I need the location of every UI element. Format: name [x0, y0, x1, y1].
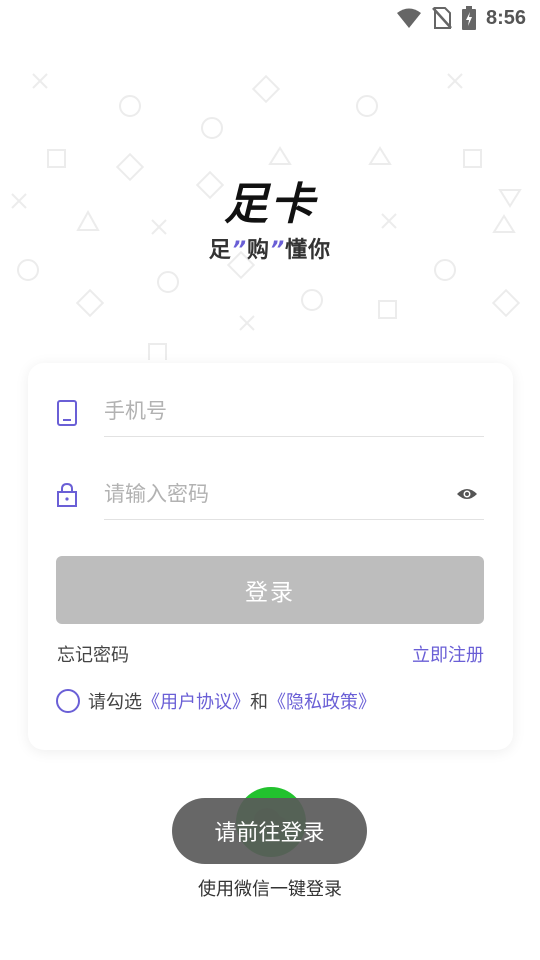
forgot-password-link[interactable]: 忘记密码 — [57, 641, 129, 667]
agreement-prefix: 请勾选 — [88, 692, 142, 713]
slogan-part: 懂你 — [285, 238, 332, 263]
slogan-quote: ” — [270, 238, 286, 263]
phone-input[interactable] — [104, 385, 484, 437]
wifi-icon — [396, 7, 422, 29]
brand-logo: 足卡 — [224, 179, 316, 230]
wechat-login-label[interactable]: 使用微信一键登录 — [0, 875, 540, 901]
register-link[interactable]: 立即注册 — [412, 641, 484, 667]
agreement-checkbox[interactable] — [56, 689, 80, 713]
password-field — [56, 468, 484, 520]
battery-charging-icon — [461, 6, 476, 30]
brand-slogan: 足”购”懂你 — [0, 232, 540, 264]
phone-icon — [56, 399, 78, 431]
slogan-part: 购 — [246, 238, 270, 263]
login-card: 登录 忘记密码 立即注册 请勾选 《用户协议》 和 《隐私政策》 — [28, 363, 513, 750]
user-agreement-link[interactable]: 《用户协议》 — [142, 688, 250, 714]
password-input[interactable] — [104, 468, 484, 520]
privacy-policy-link[interactable]: 《隐私政策》 — [268, 688, 376, 714]
slogan-quote: ” — [231, 238, 247, 263]
agreement-conjunction: 和 — [250, 692, 268, 713]
login-button[interactable]: 登录 — [56, 556, 484, 624]
agreement-row: 请勾选 《用户协议》 和 《隐私政策》 — [56, 688, 376, 714]
status-time: 8:56 — [485, 6, 526, 29]
status-bar: 8:56 — [0, 0, 540, 36]
toast-message: 请前往登录 — [172, 798, 367, 864]
show-password-eye-icon[interactable] — [456, 486, 478, 505]
slogan-part: 足 — [208, 238, 232, 263]
no-sim-icon — [432, 6, 452, 30]
phone-field — [56, 385, 484, 437]
lock-icon — [56, 482, 78, 512]
